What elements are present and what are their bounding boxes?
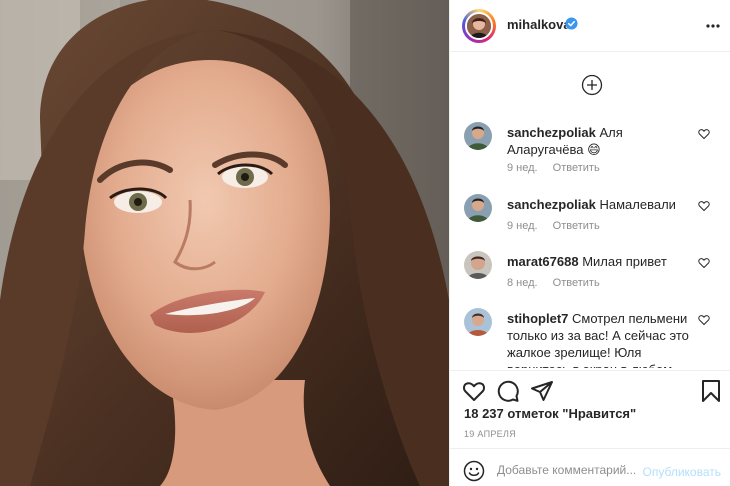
post-date[interactable]: 19 АПРЕЛЯ xyxy=(464,429,516,439)
reply-button[interactable]: Ответить xyxy=(553,220,600,232)
commenter-avatar[interactable] xyxy=(464,251,492,279)
comment-text-block: marat67688 Милая привет xyxy=(507,253,697,270)
commenter-avatar[interactable] xyxy=(464,122,492,150)
portrait-image xyxy=(0,0,449,486)
comment-username[interactable]: stihoplet7 xyxy=(507,311,568,326)
comment-username[interactable]: marat67688 xyxy=(507,254,579,269)
story-ring[interactable] xyxy=(462,9,496,43)
more-options-icon[interactable] xyxy=(705,18,721,34)
comment-text-block: stihoplet7 Смотрел пельмени только из за… xyxy=(507,310,697,368)
emoji-icon[interactable] xyxy=(463,460,485,482)
comment-like-icon[interactable] xyxy=(698,314,710,326)
comment-input[interactable] xyxy=(497,459,639,481)
post-photo[interactable] xyxy=(0,0,449,486)
commenter-avatar[interactable] xyxy=(464,308,492,336)
comments-list: sanchezpoliak Аля Аларугачёва 😄 9 нед. О… xyxy=(450,110,730,368)
comment-like-icon[interactable] xyxy=(698,257,710,269)
likes-count[interactable]: 18 237 отметок "Нравится" xyxy=(464,406,636,421)
comment-like-icon[interactable] xyxy=(698,128,710,140)
reply-button[interactable]: Ответить xyxy=(553,162,600,174)
verified-badge-icon xyxy=(565,17,578,30)
share-icon[interactable] xyxy=(530,379,554,403)
comment-age: 9 нед. xyxy=(507,220,538,232)
comment-meta: 9 нед. Ответить xyxy=(507,162,600,174)
post-actions xyxy=(450,370,730,410)
publish-button[interactable]: Опубликовать xyxy=(643,465,721,479)
comment-icon[interactable] xyxy=(496,379,520,403)
comment-like-icon[interactable] xyxy=(698,200,710,212)
bookmark-icon[interactable] xyxy=(699,379,723,403)
author-avatar[interactable] xyxy=(465,12,493,40)
comment-username[interactable]: sanchezpoliak xyxy=(507,197,596,212)
comment-text: Намалевали xyxy=(599,197,676,212)
comment-text-block: sanchezpoliak Намалевали xyxy=(507,196,697,213)
comment-age: 8 нед. xyxy=(507,277,538,289)
comment-text-block: sanchezpoliak Аля Аларугачёва 😄 xyxy=(507,124,697,158)
instagram-post: mihalkova sanchezpoliak Аля Аларугачёва … xyxy=(0,0,730,486)
comment-username[interactable]: sanchezpoliak xyxy=(507,125,596,140)
reply-button[interactable]: Ответить xyxy=(553,277,600,289)
post-sidebar: mihalkova sanchezpoliak Аля Аларугачёва … xyxy=(449,0,730,486)
add-circle-icon[interactable] xyxy=(581,74,603,96)
comment-meta: 9 нед. Ответить xyxy=(507,220,600,232)
heart-icon[interactable] xyxy=(462,379,486,403)
comment-age: 9 нед. xyxy=(507,162,538,174)
post-header: mihalkova xyxy=(450,0,730,52)
comment-text: Милая привет xyxy=(582,254,667,269)
add-comment-bar: Опубликовать xyxy=(450,448,730,486)
author-username[interactable]: mihalkova xyxy=(507,17,571,32)
comment-meta: 8 нед. Ответить xyxy=(507,277,600,289)
commenter-avatar[interactable] xyxy=(464,194,492,222)
